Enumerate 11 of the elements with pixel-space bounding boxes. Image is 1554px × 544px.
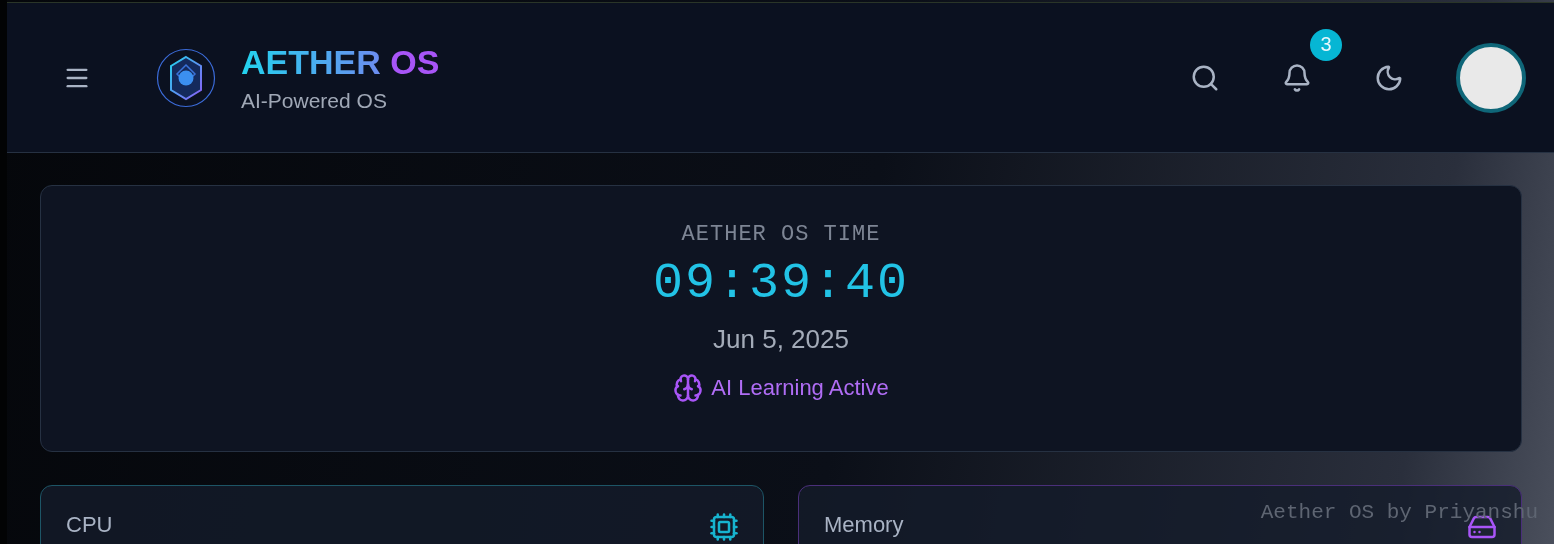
app-subtitle: AI-Powered OS <box>241 88 388 113</box>
clock-time: 09:39:40 <box>652 255 909 312</box>
notification-count: 3 <box>1310 28 1342 61</box>
hexagon-logo-icon <box>155 46 217 109</box>
clock-date: Jun 5, 2025 <box>713 324 849 355</box>
ai-status: AI Learning Active <box>711 375 889 401</box>
stat-title: Memory <box>824 512 904 538</box>
chip-icon <box>709 512 739 542</box>
brain-icon <box>673 373 704 403</box>
clock-label: AETHER OS TIME <box>681 222 881 247</box>
stat-title: CPU <box>66 512 113 538</box>
